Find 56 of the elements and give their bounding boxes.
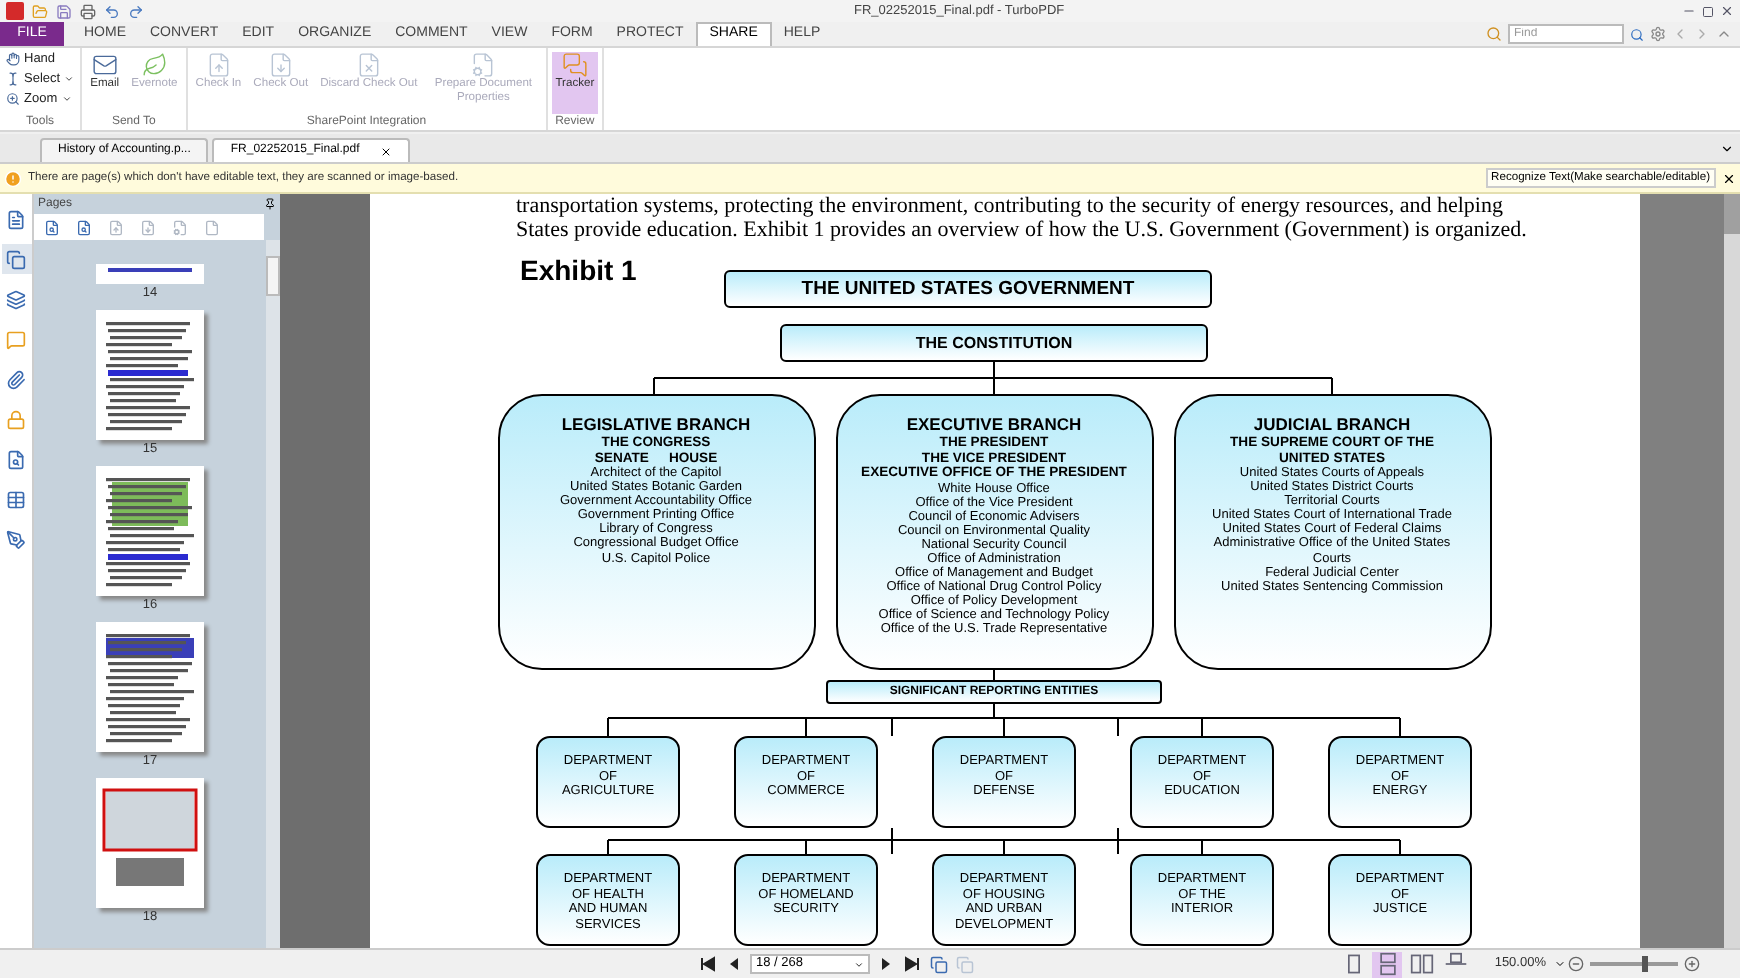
- text-cursor-icon: [6, 72, 20, 86]
- tab-list-icon[interactable]: [1720, 142, 1734, 156]
- collapse-icon[interactable]: [1716, 26, 1732, 42]
- scrollbar[interactable]: [266, 240, 280, 948]
- view-mode-button[interactable]: [1372, 951, 1403, 977]
- mail-icon: [91, 52, 118, 78]
- page-thumbnail[interactable]: [96, 778, 204, 908]
- previous-page-icon[interactable]: [726, 956, 742, 972]
- pin-icon[interactable]: [264, 198, 276, 210]
- zoom-icon: [6, 92, 20, 106]
- branch-title: JUDICIAL BRANCH: [1253, 414, 1411, 436]
- paragraph-line: States provide education. Exhibit 1 provides an overview of how the U.S. Government (Government) is organized.: [516, 218, 1529, 242]
- chat-icon: [561, 52, 588, 78]
- page-tool-icon[interactable]: [76, 219, 92, 235]
- branch-title: LEGISLATIVE BRANCH: [561, 414, 751, 436]
- chart-node: THE CONSTITUTION: [780, 324, 1208, 362]
- caret-icon: [854, 959, 864, 969]
- pages-icon[interactable]: [930, 955, 948, 973]
- page-tool-icon[interactable]: [44, 219, 60, 235]
- app-logo: [6, 2, 24, 20]
- save-icon[interactable]: [56, 3, 72, 19]
- close-icon[interactable]: [1720, 4, 1734, 18]
- hand-icon: [6, 52, 20, 66]
- file-up-icon: [205, 52, 232, 78]
- page-layout-icon: [1375, 952, 1400, 976]
- page-thumbnail[interactable]: [96, 264, 204, 284]
- zoom-in-icon[interactable]: [1684, 956, 1700, 972]
- scrollbar[interactable]: [1724, 194, 1740, 948]
- search-icon[interactable]: [1630, 27, 1644, 41]
- chart-node: THE UNITED STATES GOVERNMENT: [724, 270, 1212, 308]
- close-tab-icon: [379, 145, 392, 157]
- leaf-icon: [141, 52, 168, 78]
- page-thumbnail[interactable]: [96, 622, 204, 752]
- undo-icon[interactable]: [104, 3, 120, 19]
- close-icon[interactable]: [1722, 171, 1736, 185]
- print-icon[interactable]: [80, 3, 96, 19]
- settings-icon[interactable]: [1650, 26, 1666, 42]
- paragraph-line: transportation systems, protecting the environment, contributing to the security of energy resources, and helping: [516, 194, 1505, 218]
- warning-icon: [4, 169, 22, 187]
- page-thumbnail[interactable]: [96, 466, 204, 596]
- file-x-icon: [355, 52, 382, 78]
- first-page-icon[interactable]: [700, 956, 716, 972]
- page-thumbnail[interactable]: [96, 310, 204, 440]
- page-layout-icon: [1409, 952, 1434, 976]
- redo-icon[interactable]: [128, 3, 144, 19]
- file-down-icon: [267, 52, 294, 78]
- zoom-out-icon[interactable]: [1568, 956, 1584, 972]
- branch-title: EXECUTIVE BRANCH: [906, 414, 1082, 436]
- pages-icon[interactable]: [1, 244, 31, 274]
- exhibit-heading: Exhibit 1: [518, 252, 639, 290]
- file-gear-icon: [470, 52, 497, 78]
- view-mode-button[interactable]: [1406, 951, 1437, 977]
- last-page-icon[interactable]: [904, 956, 920, 972]
- maximize-icon[interactable]: [1702, 5, 1714, 17]
- next-page-icon[interactable]: [878, 956, 894, 972]
- zoom-dropdown-icon[interactable]: [1554, 958, 1566, 970]
